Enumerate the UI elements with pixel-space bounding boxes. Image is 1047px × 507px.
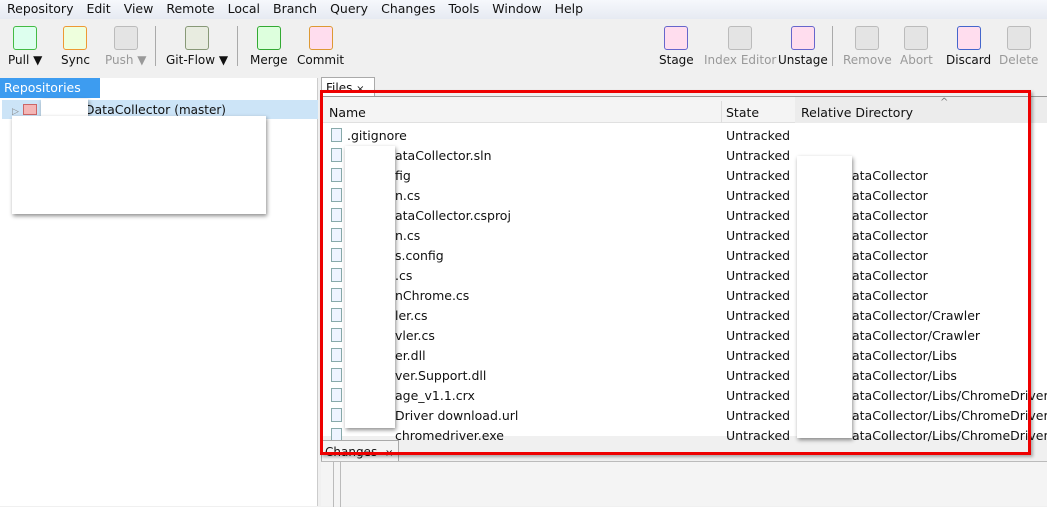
menu-branch[interactable]: Branch <box>266 0 323 19</box>
separator <box>237 26 238 66</box>
sync-label: Sync <box>61 53 90 67</box>
discard-icon <box>956 26 981 50</box>
leaf-icon <box>185 26 210 50</box>
pull-label: Pull ▼ <box>8 53 43 67</box>
merge-button[interactable]: Merge <box>250 26 287 67</box>
delete-icon <box>1006 26 1031 50</box>
menu-changes[interactable]: Changes <box>374 0 441 19</box>
commit-icon <box>308 26 333 50</box>
push-button[interactable]: Push ▼ <box>105 26 147 67</box>
menu-edit[interactable]: Edit <box>79 0 116 19</box>
branch-name: (master) <box>174 103 226 117</box>
stage-button[interactable]: Stage <box>659 26 694 67</box>
merge-icon <box>256 26 281 50</box>
abort-icon <box>904 26 929 50</box>
tab-label: Repositories <box>4 80 81 95</box>
unstage-button[interactable]: Unstage <box>778 26 828 67</box>
redaction <box>41 99 88 116</box>
pull-icon <box>13 26 38 50</box>
remove-icon <box>855 26 880 50</box>
discard-label: Discard <box>946 53 992 67</box>
abort-button[interactable]: Abort <box>900 26 933 67</box>
abort-label: Abort <box>900 53 933 67</box>
menu-bar: Repository Edit View Remote Local Branch Query… <box>0 0 1047 19</box>
menu-window[interactable]: Window <box>485 0 547 19</box>
discard-button[interactable]: Discard <box>946 26 991 67</box>
unstage-icon <box>790 26 815 50</box>
menu-tools[interactable]: Tools <box>441 0 485 19</box>
stage-icon <box>664 26 689 50</box>
sync-icon <box>63 26 88 50</box>
push-icon <box>113 26 138 50</box>
separator <box>832 26 833 66</box>
menu-view[interactable]: View <box>117 0 160 19</box>
git-flow-button[interactable]: Git-Flow ▼ <box>166 26 228 67</box>
menu-local[interactable]: Local <box>221 0 266 19</box>
delete-button[interactable]: Delete <box>999 26 1038 67</box>
commit-button[interactable]: Commit <box>297 26 344 67</box>
unstage-label: Unstage <box>778 53 828 67</box>
menu-query[interactable]: Query <box>323 0 374 19</box>
redaction <box>12 116 266 214</box>
separator <box>155 26 156 66</box>
index-editor-label: Index Editor <box>704 53 777 67</box>
merge-label: Merge <box>250 53 288 67</box>
toolbar: Pull ▼ Sync Push ▼ Git-Flow ▼ Merge Comm… <box>0 20 1047 72</box>
push-label: Push ▼ <box>105 53 147 67</box>
menu-remote[interactable]: Remote <box>159 0 220 19</box>
git-flow-label: Git-Flow ▼ <box>166 53 229 67</box>
sync-button[interactable]: Sync <box>61 26 90 67</box>
stage-label: Stage <box>659 53 694 67</box>
remove-label: Remove <box>843 53 892 67</box>
index-editor-button[interactable]: Index Editor <box>704 26 776 67</box>
tab-repositories[interactable]: Repositories × <box>0 78 100 110</box>
index-editor-icon <box>728 26 753 50</box>
repository-icon <box>22 104 37 115</box>
repository-name: DataCollector <box>84 102 171 117</box>
commit-label: Commit <box>297 53 345 67</box>
remove-button[interactable]: Remove <box>843 26 892 67</box>
changes-panel <box>321 461 1047 507</box>
highlight-box <box>320 90 1031 455</box>
pull-button[interactable]: Pull ▼ <box>8 26 42 67</box>
menu-help[interactable]: Help <box>548 0 590 19</box>
menu-repository[interactable]: Repository <box>0 0 79 19</box>
delete-label: Delete <box>999 53 1039 67</box>
